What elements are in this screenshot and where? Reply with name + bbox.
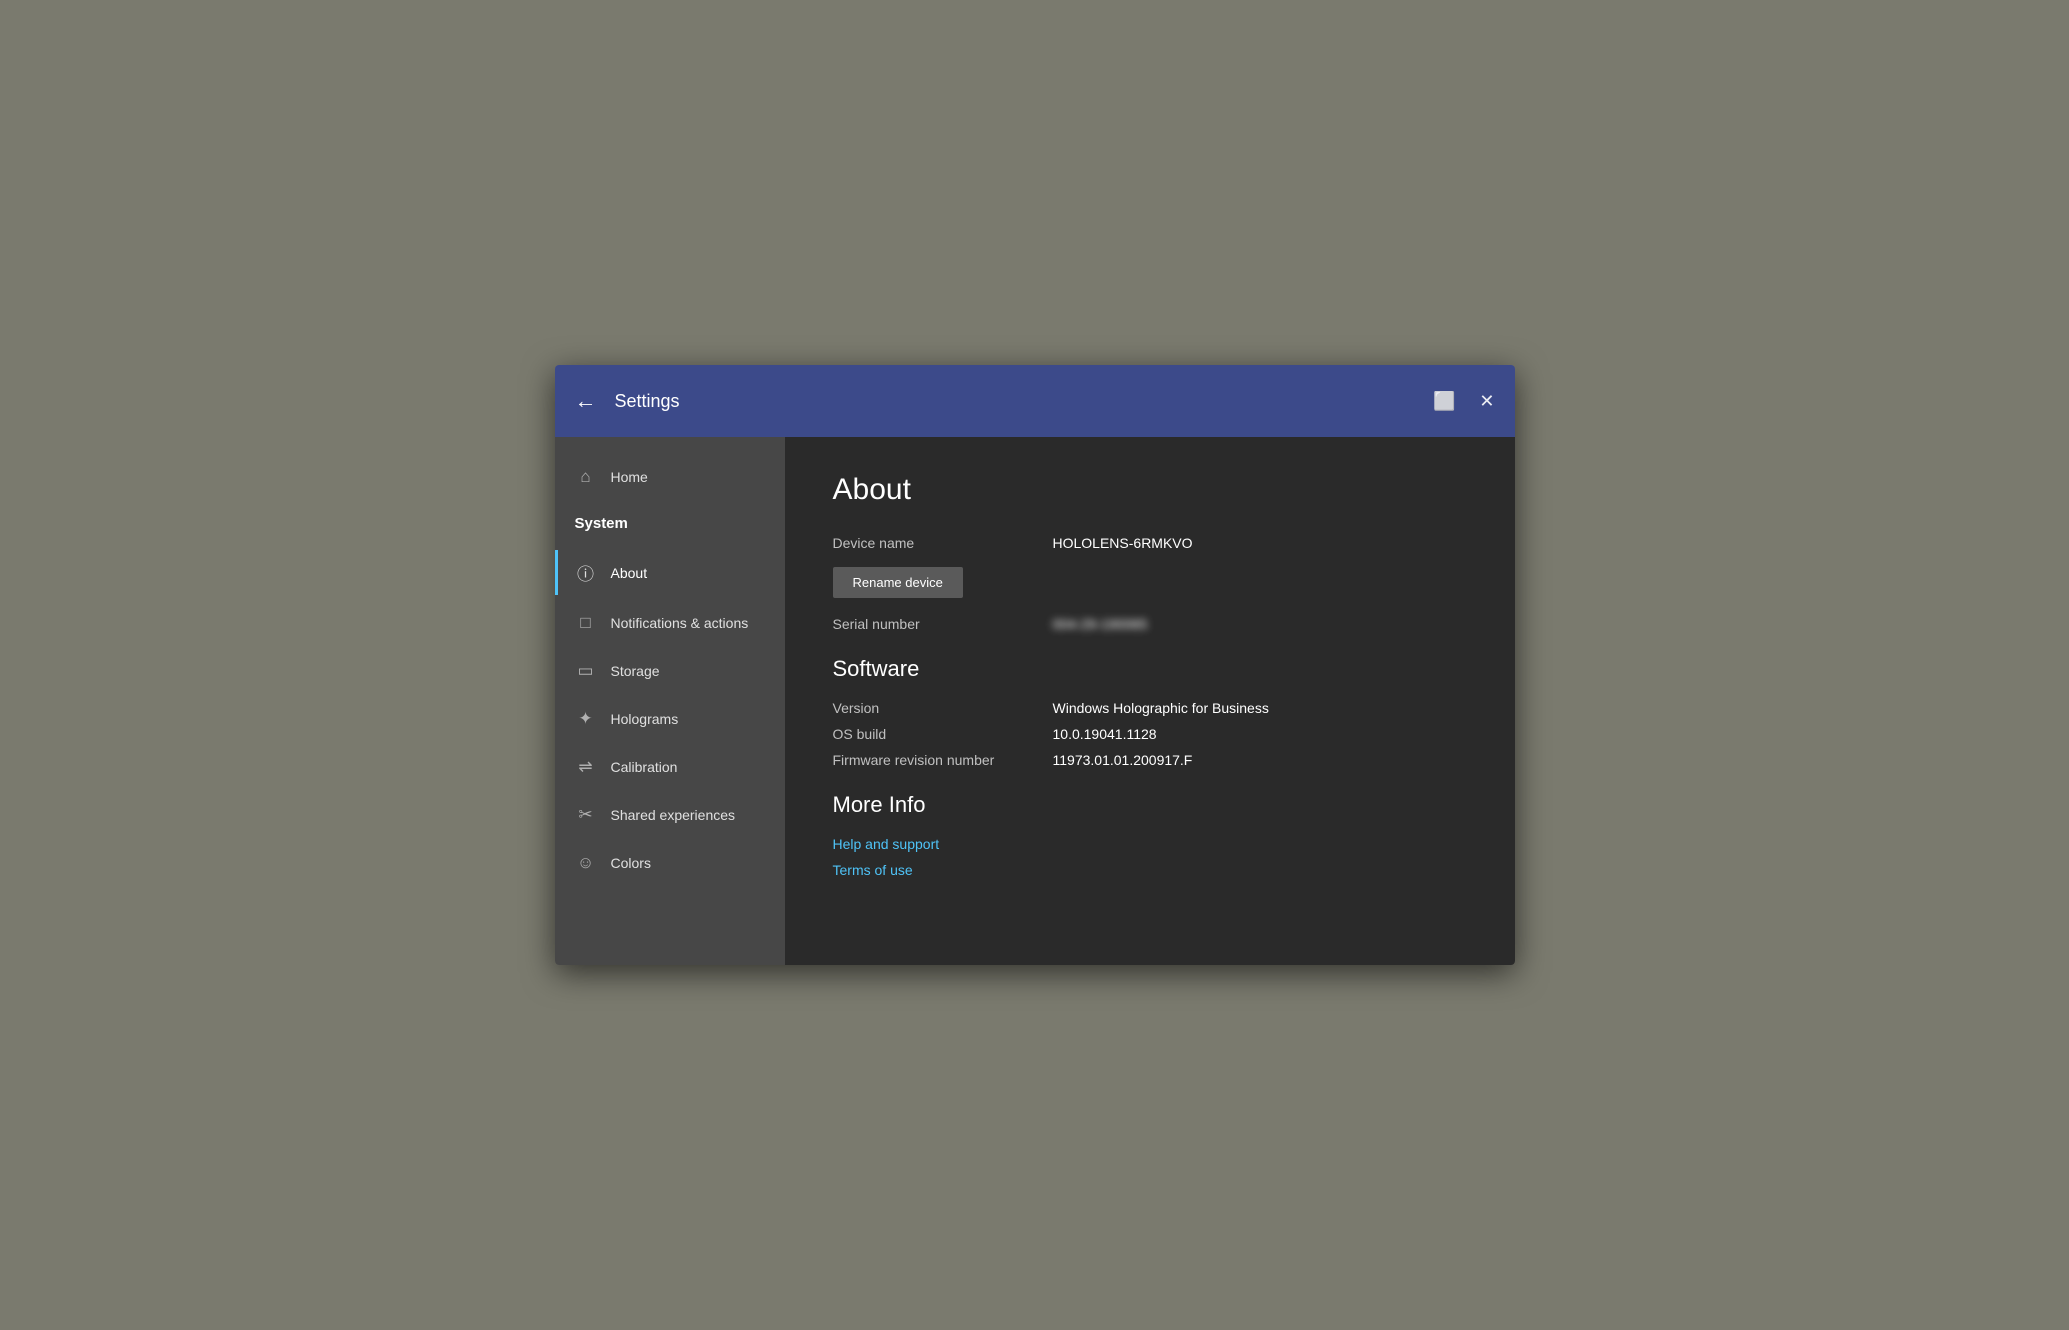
sidebar-label-shared: Shared experiences: [611, 807, 736, 823]
sidebar-item-shared-experiences[interactable]: ✂ Shared experiences: [555, 791, 785, 839]
sidebar-label-system: System: [575, 515, 628, 532]
colors-icon: ☺: [575, 853, 597, 873]
version-row: Version Windows Holographic for Business: [833, 700, 1467, 716]
sidebar-label-notifications: Notifications & actions: [611, 615, 749, 631]
os-build-row: OS build 10.0.19041.1128: [833, 726, 1467, 742]
about-icon: ⓘ: [575, 560, 597, 585]
page-title: About: [833, 473, 1467, 507]
software-section-title: Software: [833, 656, 1467, 682]
sidebar-section-system: System: [555, 501, 785, 546]
sidebar-item-colors[interactable]: ☺ Colors: [555, 839, 785, 887]
version-value: Windows Holographic for Business: [1053, 700, 1269, 716]
sidebar-item-storage[interactable]: ▭ Storage: [555, 647, 785, 695]
firmware-row: Firmware revision number 11973.01.01.200…: [833, 752, 1467, 768]
sidebar-item-notifications[interactable]: □ Notifications & actions: [555, 599, 785, 647]
sidebar-item-calibration[interactable]: ⇌ Calibration: [555, 743, 785, 791]
window-snap-button[interactable]: ⬜: [1433, 391, 1455, 412]
back-button[interactable]: ←: [575, 390, 597, 412]
more-info-section-title: More Info: [833, 792, 1467, 818]
close-button[interactable]: ✕: [1479, 391, 1494, 412]
sidebar-label-calibration: Calibration: [611, 759, 678, 775]
serial-number-value: 004-29-190065: [1053, 616, 1148, 632]
holograms-icon: ✦: [575, 709, 597, 729]
home-icon: ⌂: [575, 467, 597, 487]
titlebar: ← Settings ⬜ ✕: [555, 365, 1515, 437]
help-and-support-link[interactable]: Help and support: [833, 836, 1467, 852]
device-name-row: Device name HOLOLENS-6RMKVO: [833, 535, 1467, 551]
serial-number-label: Serial number: [833, 616, 1053, 632]
calibration-icon: ⇌: [575, 757, 597, 777]
device-name-label: Device name: [833, 535, 1053, 551]
notifications-icon: □: [575, 613, 597, 633]
window-controls: ⬜ ✕: [1433, 391, 1495, 412]
sidebar-item-about[interactable]: ⓘ About: [555, 546, 785, 599]
firmware-value: 11973.01.01.200917.F: [1053, 752, 1193, 768]
content-area: About Device name HOLOLENS-6RMKVO Rename…: [785, 437, 1515, 965]
sidebar-label-home: Home: [611, 469, 648, 485]
os-build-label: OS build: [833, 726, 1053, 742]
firmware-label: Firmware revision number: [833, 752, 1053, 768]
shared-icon: ✂: [575, 805, 597, 825]
os-build-value: 10.0.19041.1128: [1053, 726, 1157, 742]
sidebar-label-about: About: [611, 565, 648, 581]
terms-of-use-link[interactable]: Terms of use: [833, 862, 1467, 878]
rename-device-button[interactable]: Rename device: [833, 567, 963, 598]
serial-number-row: Serial number 004-29-190065: [833, 616, 1467, 632]
storage-icon: ▭: [575, 661, 597, 681]
window-title: Settings: [615, 391, 1433, 412]
sidebar-label-holograms: Holograms: [611, 711, 679, 727]
settings-window: ← Settings ⬜ ✕ ⌂ Home System ⓘ About □ N…: [555, 365, 1515, 965]
sidebar-label-storage: Storage: [611, 663, 660, 679]
sidebar: ⌂ Home System ⓘ About □ Notifications & …: [555, 437, 785, 965]
version-label: Version: [833, 700, 1053, 716]
device-name-value: HOLOLENS-6RMKVO: [1053, 535, 1193, 551]
sidebar-item-holograms[interactable]: ✦ Holograms: [555, 695, 785, 743]
main-layout: ⌂ Home System ⓘ About □ Notifications & …: [555, 437, 1515, 965]
sidebar-item-home[interactable]: ⌂ Home: [555, 453, 785, 501]
sidebar-label-colors: Colors: [611, 855, 651, 871]
